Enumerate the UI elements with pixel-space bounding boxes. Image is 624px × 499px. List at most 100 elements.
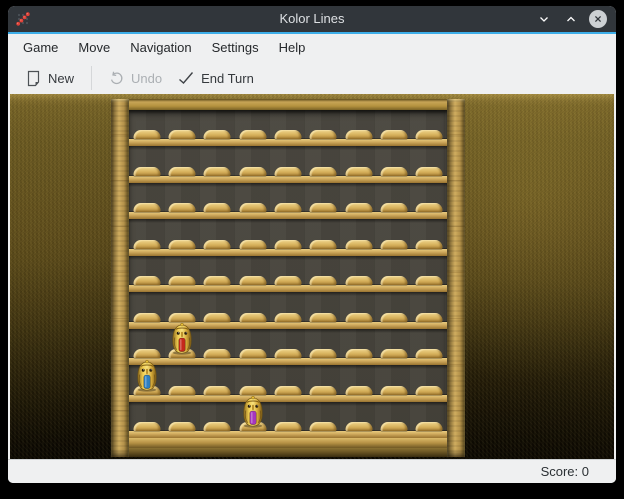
red-chick-piece[interactable]	[168, 322, 196, 355]
board-cell-r0c6[interactable]	[341, 110, 376, 146]
board-cell-r8c8[interactable]	[412, 402, 447, 438]
board-cell-r0c1[interactable]	[164, 110, 199, 146]
board-cell-r0c4[interactable]	[270, 110, 305, 146]
board-row	[129, 183, 447, 219]
board-cell-r0c8[interactable]	[412, 110, 447, 146]
undo-label: Undo	[131, 71, 162, 86]
menu-help[interactable]: Help	[269, 34, 316, 62]
board-cell-r3c5[interactable]	[306, 219, 341, 255]
board-cell-r1c7[interactable]	[376, 146, 411, 182]
board-cell-r6c1[interactable]	[164, 329, 199, 365]
board-cell-r5c3[interactable]	[235, 292, 270, 328]
board-cell-r6c6[interactable]	[341, 329, 376, 365]
menu-game[interactable]: Game	[13, 34, 68, 62]
board-cell-r1c8[interactable]	[412, 146, 447, 182]
new-game-button[interactable]: New	[18, 64, 82, 92]
board-cell-r7c7[interactable]	[376, 365, 411, 401]
board-cell-r5c2[interactable]	[200, 292, 235, 328]
board-cell-r8c6[interactable]	[341, 402, 376, 438]
board-cell-r6c4[interactable]	[270, 329, 305, 365]
board-cell-r7c4[interactable]	[270, 365, 305, 401]
minimize-button[interactable]	[535, 10, 553, 28]
board-cell-r3c1[interactable]	[164, 219, 199, 255]
board-cell-r3c8[interactable]	[412, 219, 447, 255]
board-cell-r7c0[interactable]	[129, 365, 164, 401]
board-cell-r8c2[interactable]	[200, 402, 235, 438]
board-cell-r6c2[interactable]	[200, 329, 235, 365]
board-cell-r2c2[interactable]	[200, 183, 235, 219]
board-grid	[129, 110, 447, 438]
board-cell-r5c5[interactable]	[306, 292, 341, 328]
board-cell-r8c0[interactable]	[129, 402, 164, 438]
close-button[interactable]	[589, 10, 607, 28]
board-cell-r1c0[interactable]	[129, 146, 164, 182]
board-cell-r0c2[interactable]	[200, 110, 235, 146]
board-cell-r2c7[interactable]	[376, 183, 411, 219]
board-cell-r8c3[interactable]	[235, 402, 270, 438]
menu-navigation[interactable]: Navigation	[120, 34, 201, 62]
shelf-socket	[416, 240, 443, 249]
board-cell-r7c8[interactable]	[412, 365, 447, 401]
board-cell-r4c2[interactable]	[200, 256, 235, 292]
board-cell-r6c3[interactable]	[235, 329, 270, 365]
board-cell-r0c5[interactable]	[306, 110, 341, 146]
board-cell-r5c0[interactable]	[129, 292, 164, 328]
maximize-button[interactable]	[562, 10, 580, 28]
board-cell-r3c7[interactable]	[376, 219, 411, 255]
board-cell-r4c0[interactable]	[129, 256, 164, 292]
window-titlebar[interactable]: Kolor Lines	[8, 6, 616, 32]
board-cell-r4c4[interactable]	[270, 256, 305, 292]
board-cell-r2c1[interactable]	[164, 183, 199, 219]
board-cell-r5c7[interactable]	[376, 292, 411, 328]
board-cell-r3c0[interactable]	[129, 219, 164, 255]
board-cell-r0c7[interactable]	[376, 110, 411, 146]
board-cell-r4c6[interactable]	[341, 256, 376, 292]
board-row	[129, 256, 447, 292]
board-cell-r2c4[interactable]	[270, 183, 305, 219]
board-cell-r3c3[interactable]	[235, 219, 270, 255]
board-cell-r6c8[interactable]	[412, 329, 447, 365]
board-cell-r3c4[interactable]	[270, 219, 305, 255]
board-cell-r8c5[interactable]	[306, 402, 341, 438]
shelf-socket	[133, 130, 160, 139]
board-cell-r8c7[interactable]	[376, 402, 411, 438]
board-cell-r3c6[interactable]	[341, 219, 376, 255]
board-cell-r7c5[interactable]	[306, 365, 341, 401]
board-cell-r8c4[interactable]	[270, 402, 305, 438]
blue-chick-piece[interactable]	[133, 359, 161, 392]
purple-chick-piece[interactable]	[239, 395, 267, 428]
end-turn-button[interactable]: End Turn	[170, 64, 262, 92]
board-cell-r1c5[interactable]	[306, 146, 341, 182]
board-cell-r1c6[interactable]	[341, 146, 376, 182]
board-cell-r5c6[interactable]	[341, 292, 376, 328]
board-cell-r4c7[interactable]	[376, 256, 411, 292]
board-cell-r1c2[interactable]	[200, 146, 235, 182]
undo-button[interactable]: Undo	[101, 64, 170, 92]
board-cell-r1c4[interactable]	[270, 146, 305, 182]
board-cell-r0c3[interactable]	[235, 110, 270, 146]
board-cell-r2c0[interactable]	[129, 183, 164, 219]
menu-move[interactable]: Move	[68, 34, 120, 62]
board-cell-r7c1[interactable]	[164, 365, 199, 401]
board-cell-r1c1[interactable]	[164, 146, 199, 182]
shelf-socket	[168, 313, 195, 322]
board-cell-r0c0[interactable]	[129, 110, 164, 146]
board-cell-r2c5[interactable]	[306, 183, 341, 219]
board-cell-r4c3[interactable]	[235, 256, 270, 292]
board-cell-r6c7[interactable]	[376, 329, 411, 365]
board-cell-r4c5[interactable]	[306, 256, 341, 292]
board-cell-r2c6[interactable]	[341, 183, 376, 219]
board-cell-r7c6[interactable]	[341, 365, 376, 401]
board-cell-r7c2[interactable]	[200, 365, 235, 401]
board-cell-r5c4[interactable]	[270, 292, 305, 328]
board-cell-r5c8[interactable]	[412, 292, 447, 328]
board-cell-r6c5[interactable]	[306, 329, 341, 365]
board-cell-r2c3[interactable]	[235, 183, 270, 219]
board-cell-r4c1[interactable]	[164, 256, 199, 292]
menu-settings[interactable]: Settings	[202, 34, 269, 62]
board-cell-r4c8[interactable]	[412, 256, 447, 292]
board-cell-r2c8[interactable]	[412, 183, 447, 219]
board-cell-r1c3[interactable]	[235, 146, 270, 182]
board-cell-r3c2[interactable]	[200, 219, 235, 255]
board-cell-r8c1[interactable]	[164, 402, 199, 438]
